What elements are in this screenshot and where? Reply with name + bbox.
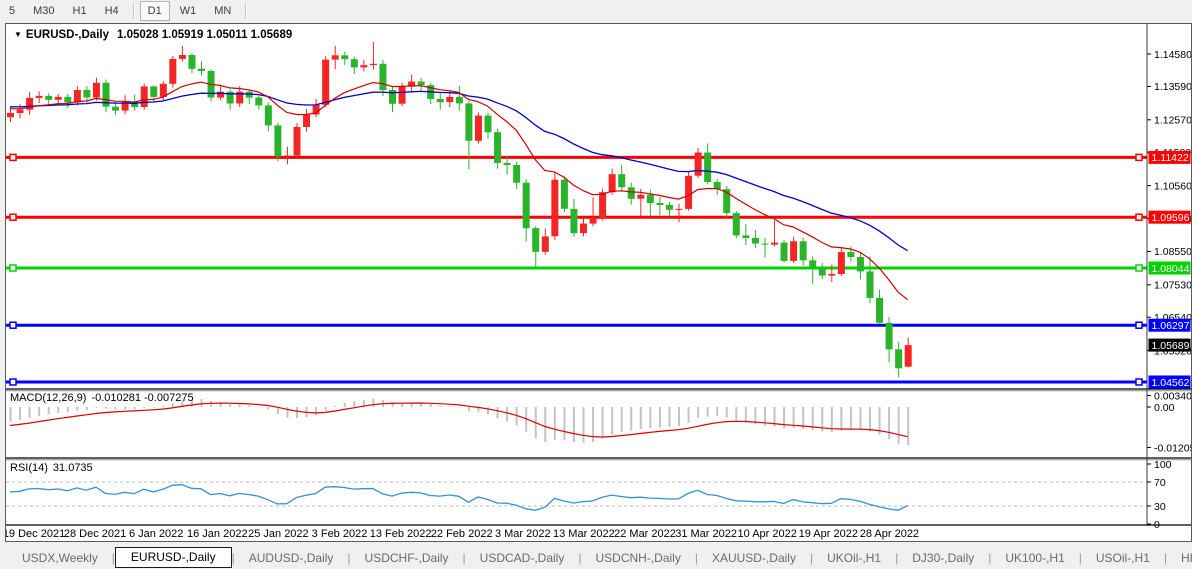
svg-text:1.12570: 1.12570: [1154, 115, 1191, 127]
tab-usdcnh-daily[interactable]: USDCNH-,Daily: [581, 548, 694, 568]
price-badge: 1.06297: [1149, 319, 1191, 332]
time-axis-label: 31 Mar 2022: [675, 528, 737, 540]
price-panel[interactable]: [6, 42, 1147, 385]
tab-usdcad-daily[interactable]: USDCAD-,Daily: [466, 548, 579, 568]
ma-slow-line: [10, 91, 908, 250]
macd-panel[interactable]: [10, 399, 908, 446]
macd-signal-line: [10, 403, 908, 437]
time-axis-label: 28 Apr 2022: [860, 528, 919, 540]
toolbar-separator: [133, 3, 134, 19]
macd-indicator-label: MACD(12,26,9) -0.010281 -0.007275: [10, 392, 199, 404]
svg-text:0: 0: [1154, 519, 1160, 531]
rsi-value: 31.0735: [53, 462, 93, 474]
svg-text:1.08044: 1.08044: [1152, 263, 1190, 275]
timeframe-button-mn[interactable]: MN: [206, 1, 239, 21]
svg-text:0.003408: 0.003408: [1154, 390, 1191, 402]
chart-canvas[interactable]: 1.145801.135901.125701.115801.105601.095…: [6, 24, 1191, 541]
svg-text:1.10560: 1.10560: [1154, 180, 1191, 192]
svg-text:1.07530: 1.07530: [1154, 280, 1191, 292]
chart-ohlc-values: 1.05028 1.05919 1.05011 1.05689: [117, 29, 292, 41]
instrument-tabstrip: USDX,Weekly|EURUSD-,Daily|AUDUSD-,Daily|…: [0, 546, 1192, 569]
time-axis-label: 6 Jan 2022: [129, 528, 183, 540]
horizontal-level-line[interactable]: [6, 322, 1147, 328]
timeframe-button-w1[interactable]: W1: [172, 1, 205, 21]
chart-dropdown-icon[interactable]: ▼: [14, 30, 22, 39]
horizontal-level-line[interactable]: [6, 265, 1147, 271]
tab-uk100-h1[interactable]: UK100-,H1: [991, 548, 1078, 568]
chart-title: ▼ EURUSD-,Daily 1.05028 1.05919 1.05011 1.…: [14, 29, 292, 41]
macd-values: -0.010281 -0.007275: [91, 392, 193, 404]
timeframe-button-5[interactable]: 5: [1, 1, 23, 21]
svg-text:30: 30: [1154, 501, 1166, 513]
price-badge: 1.09596: [1149, 211, 1191, 224]
tab-dj30-daily[interactable]: DJ30-,Daily: [898, 548, 988, 568]
time-axis-label: 19 Dec 2021: [6, 528, 65, 540]
price-axis: 1.145801.135901.125701.115801.105601.095…: [1147, 49, 1191, 358]
time-axis-label: 3 Feb 2022: [312, 528, 368, 540]
svg-text:100: 100: [1154, 459, 1172, 471]
tab-xauusd-daily[interactable]: XAUUSD-,Daily: [698, 548, 810, 568]
rsi-axis: 100 70 30 0: [1147, 459, 1172, 531]
tab-ukoil-h1[interactable]: UKOil-,H1: [813, 548, 895, 568]
price-badge: 1.08044: [1149, 261, 1191, 274]
time-axis-label: 10 Apr 2022: [738, 528, 797, 540]
rsi-indicator-label: RSI(14) 31.0735: [10, 462, 98, 474]
timeframe-button-d1[interactable]: D1: [140, 1, 170, 21]
svg-text:1.13590: 1.13590: [1154, 81, 1191, 93]
svg-text:1.04562: 1.04562: [1152, 377, 1190, 389]
rsi-name: RSI(14): [10, 462, 48, 474]
timeframe-button-h1[interactable]: H1: [65, 1, 95, 21]
tab-usdx-weekly[interactable]: USDX,Weekly: [8, 548, 112, 568]
price-badge: 1.04562: [1149, 375, 1191, 388]
time-axis-label: 22 Mar 2022: [614, 528, 676, 540]
svg-text:70: 70: [1154, 477, 1166, 489]
svg-text:1.06297: 1.06297: [1152, 320, 1190, 332]
mt4-window: 5M30H1H4 D1W1MN 1.14580 1.13590 1.12570 1.11…: [0, 0, 1192, 569]
chart-window: 1.145801.135901.125701.115801.105601.095…: [5, 23, 1192, 542]
tab-hk50-h1[interactable]: HK50-,H1: [1167, 548, 1192, 568]
tab-usdchf-daily[interactable]: USDCHF-,Daily: [351, 548, 463, 568]
horizontal-level-line[interactable]: [6, 154, 1147, 160]
timeframe-toolbar: 5M30H1H4 D1W1MN: [0, 0, 1192, 22]
price-badge: 1.11422: [1149, 151, 1191, 164]
time-axis-label: 13 Feb 2022: [370, 528, 432, 540]
svg-text:1.14580: 1.14580: [1154, 49, 1191, 61]
svg-text:0.00: 0.00: [1154, 402, 1175, 414]
macd-axis: 0.0034080.00 -0.012058: [1147, 390, 1191, 454]
tab-eurusd-daily[interactable]: EURUSD-,Daily: [115, 547, 232, 568]
time-axis-label: 22 Feb 2022: [431, 528, 493, 540]
tab-usoil-h1[interactable]: USOil-,H1: [1082, 548, 1164, 568]
timeframe-button-m30[interactable]: M30: [25, 1, 62, 21]
time-axis: 19 Dec 202128 Dec 20216 Jan 2022 16 Jan 2…: [6, 528, 919, 540]
time-axis-label: 25 Jan 2022: [248, 528, 309, 540]
svg-text:1.11422: 1.11422: [1152, 152, 1189, 164]
time-axis-label: 3 Mar 2022: [495, 528, 551, 540]
svg-text:1.08550: 1.08550: [1154, 246, 1191, 258]
toolbar-separator: [245, 3, 246, 19]
macd-name: MACD(12,26,9): [10, 392, 86, 404]
chart-symbol-period: EURUSD-,Daily: [26, 29, 109, 41]
current-price-badge: 1.05689: [1149, 339, 1191, 352]
rsi-panel[interactable]: [6, 482, 1147, 510]
time-axis-label: 19 Apr 2022: [799, 528, 858, 540]
horizontal-level-line[interactable]: [6, 379, 1147, 385]
timeframe-button-h4[interactable]: H4: [97, 1, 127, 21]
svg-text:1.05689: 1.05689: [1152, 340, 1190, 352]
time-axis-label: 16 Jan 2022: [187, 528, 248, 540]
tab-audusd-daily[interactable]: AUDUSD-,Daily: [235, 548, 348, 568]
svg-text:-0.012058: -0.012058: [1154, 442, 1191, 454]
time-axis-label: 13 Mar 2022: [553, 528, 615, 540]
svg-text:1.09596: 1.09596: [1152, 212, 1190, 224]
time-axis-label: 28 Dec 2021: [64, 528, 126, 540]
